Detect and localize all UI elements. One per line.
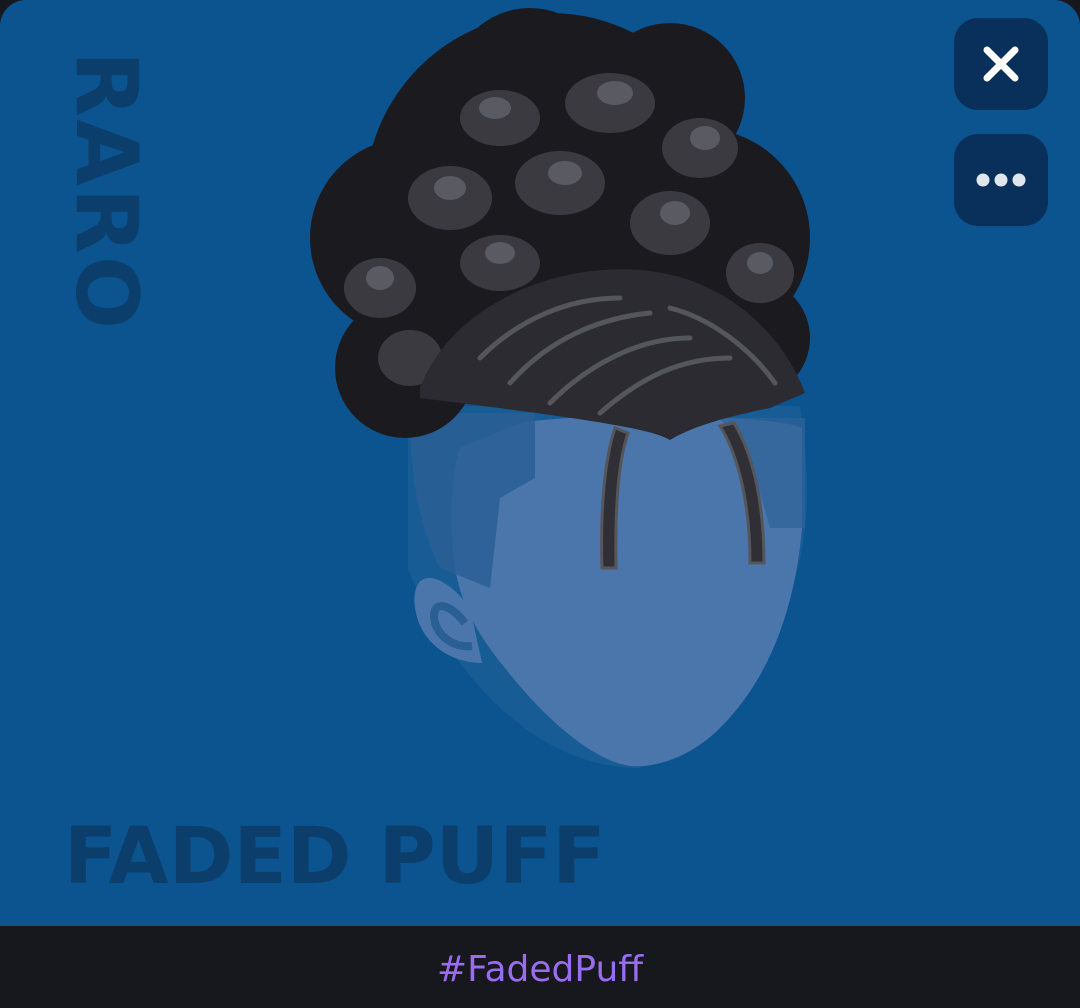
more-horizontal-icon bbox=[976, 173, 1026, 187]
rarity-label-container: RARO bbox=[56, 46, 157, 336]
hairstyle-preview-image bbox=[310, 8, 810, 768]
close-button[interactable] bbox=[954, 18, 1048, 110]
hashtag-bar: #FadedPuff bbox=[0, 926, 1080, 1008]
rarity-label: RARO bbox=[56, 50, 157, 332]
hashtag-link[interactable]: #FadedPuff bbox=[437, 945, 643, 990]
close-icon bbox=[983, 46, 1019, 82]
item-preview-card: RARO FADED PUFF bbox=[0, 0, 1080, 926]
more-options-button[interactable] bbox=[954, 134, 1048, 226]
item-name-label: FADED PUFF bbox=[64, 812, 606, 902]
